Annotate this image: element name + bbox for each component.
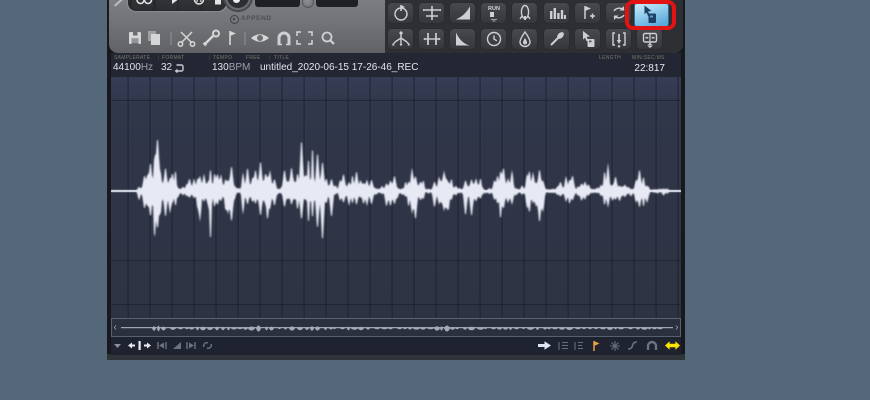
svg-text:RUN: RUN — [488, 6, 500, 12]
